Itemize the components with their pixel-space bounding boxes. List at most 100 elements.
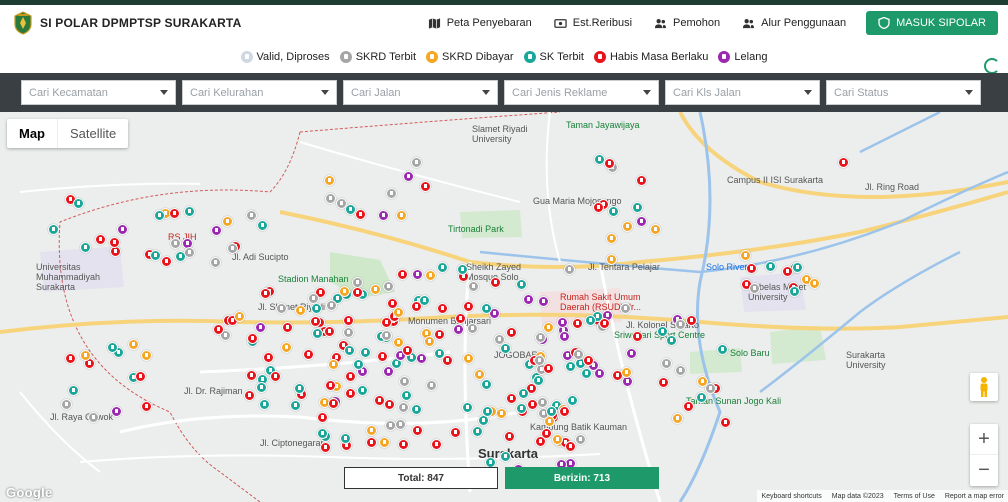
nav-est-reribusi[interactable]: Est.Reribusi: [554, 17, 632, 30]
map-marker[interactable]: [838, 157, 849, 168]
map-marker[interactable]: [543, 322, 554, 333]
map-marker[interactable]: [683, 401, 694, 412]
map-marker[interactable]: [426, 380, 437, 391]
map-marker[interactable]: [792, 262, 803, 273]
map-marker[interactable]: [344, 345, 355, 356]
map-marker[interactable]: [260, 288, 271, 299]
map-marker[interactable]: [276, 303, 287, 314]
map-marker[interactable]: [328, 398, 339, 409]
map-marker[interactable]: [393, 307, 404, 318]
map-marker[interactable]: [324, 175, 335, 186]
map-marker[interactable]: [557, 317, 568, 328]
map-marker[interactable]: [559, 331, 570, 342]
map-marker[interactable]: [696, 392, 707, 403]
map-marker[interactable]: [381, 330, 392, 341]
map-marker[interactable]: [234, 311, 245, 322]
map-marker[interactable]: [462, 402, 473, 413]
map-marker[interactable]: [481, 303, 492, 314]
map-marker[interactable]: [370, 284, 381, 295]
map-marker[interactable]: [246, 370, 257, 381]
map-marker[interactable]: [383, 281, 394, 292]
map-marker[interactable]: [281, 342, 292, 353]
map-marker[interactable]: [523, 294, 534, 305]
map-marker[interactable]: [496, 408, 507, 419]
map-marker[interactable]: [80, 350, 91, 361]
map-marker[interactable]: [339, 286, 350, 297]
map-marker[interactable]: [606, 254, 617, 265]
map-marker[interactable]: [500, 451, 511, 462]
map-marker[interactable]: [490, 277, 501, 288]
map-marker[interactable]: [154, 210, 165, 221]
map-marker[interactable]: [457, 264, 468, 275]
map-marker[interactable]: [294, 383, 305, 394]
map-marker[interactable]: [88, 412, 99, 423]
filter-status[interactable]: Cari Status: [826, 80, 981, 105]
map-marker[interactable]: [420, 181, 431, 192]
map-marker[interactable]: [463, 353, 474, 364]
map-marker[interactable]: [463, 301, 474, 312]
map-marker[interactable]: [398, 402, 409, 413]
map-marker[interactable]: [255, 322, 266, 333]
map-marker[interactable]: [345, 388, 356, 399]
masuk-sipolar-button[interactable]: MASUK SIPOLAR: [866, 11, 998, 35]
map-marker[interactable]: [425, 270, 436, 281]
map-marker[interactable]: [398, 439, 409, 450]
map-marker[interactable]: [340, 433, 351, 444]
map-marker[interactable]: [227, 243, 238, 254]
map-marker[interactable]: [282, 322, 293, 333]
map-marker[interactable]: [434, 329, 445, 340]
map-marker[interactable]: [516, 403, 527, 414]
map-marker[interactable]: [746, 263, 757, 274]
map-marker[interactable]: [383, 366, 394, 377]
map-marker[interactable]: [377, 351, 388, 362]
map-marker[interactable]: [636, 175, 647, 186]
map-marker[interactable]: [80, 242, 91, 253]
map-marker[interactable]: [324, 326, 335, 337]
map-marker[interactable]: [397, 269, 408, 280]
map-marker[interactable]: [740, 250, 751, 261]
map-marker[interactable]: [672, 413, 683, 424]
map-marker[interactable]: [537, 397, 548, 408]
map-marker[interactable]: [632, 331, 643, 342]
map-marker[interactable]: [357, 385, 368, 396]
map-marker[interactable]: [211, 225, 222, 236]
map-marker[interactable]: [308, 293, 319, 304]
map-marker[interactable]: [552, 434, 563, 445]
zoom-out-button[interactable]: −: [970, 455, 998, 486]
map-marker[interactable]: [697, 376, 708, 387]
map-marker[interactable]: [403, 171, 414, 182]
map-marker[interactable]: [506, 393, 517, 404]
map-marker[interactable]: [765, 261, 776, 272]
keyboard-shortcuts-link[interactable]: Keyboard shortcuts: [761, 493, 821, 500]
map-marker[interactable]: [222, 216, 233, 227]
nav-alur-penggunaan[interactable]: Alur Penggunaan: [742, 17, 846, 30]
map-marker[interactable]: [111, 406, 122, 417]
map-marker[interactable]: [567, 395, 578, 406]
map-marker[interactable]: [535, 436, 546, 447]
map-marker[interactable]: [343, 327, 354, 338]
filter-jenis-reklame[interactable]: Cari Jenis Reklame: [504, 80, 659, 105]
map-marker[interactable]: [543, 363, 554, 374]
map-marker[interactable]: [437, 303, 448, 314]
map-marker[interactable]: [434, 348, 445, 359]
map-marker[interactable]: [585, 315, 596, 326]
map-marker[interactable]: [604, 158, 615, 169]
map-marker[interactable]: [518, 388, 529, 399]
map-marker[interactable]: [396, 210, 407, 221]
map-marker[interactable]: [384, 399, 395, 410]
map-marker[interactable]: [303, 349, 314, 360]
map-marker[interactable]: [538, 296, 549, 307]
map-marker[interactable]: [412, 269, 423, 280]
map-marker[interactable]: [467, 323, 478, 334]
map-marker[interactable]: [559, 406, 570, 417]
map-marker[interactable]: [468, 281, 479, 292]
map-type-map-button[interactable]: Map: [7, 119, 57, 148]
map-marker[interactable]: [575, 434, 586, 445]
map-marker[interactable]: [65, 353, 76, 364]
map-marker[interactable]: [326, 300, 337, 311]
map-marker[interactable]: [424, 336, 435, 347]
map-marker[interactable]: [328, 359, 339, 370]
map-marker[interactable]: [675, 319, 686, 330]
map-marker[interactable]: [379, 437, 390, 448]
terms-link[interactable]: Terms of Use: [894, 493, 935, 500]
